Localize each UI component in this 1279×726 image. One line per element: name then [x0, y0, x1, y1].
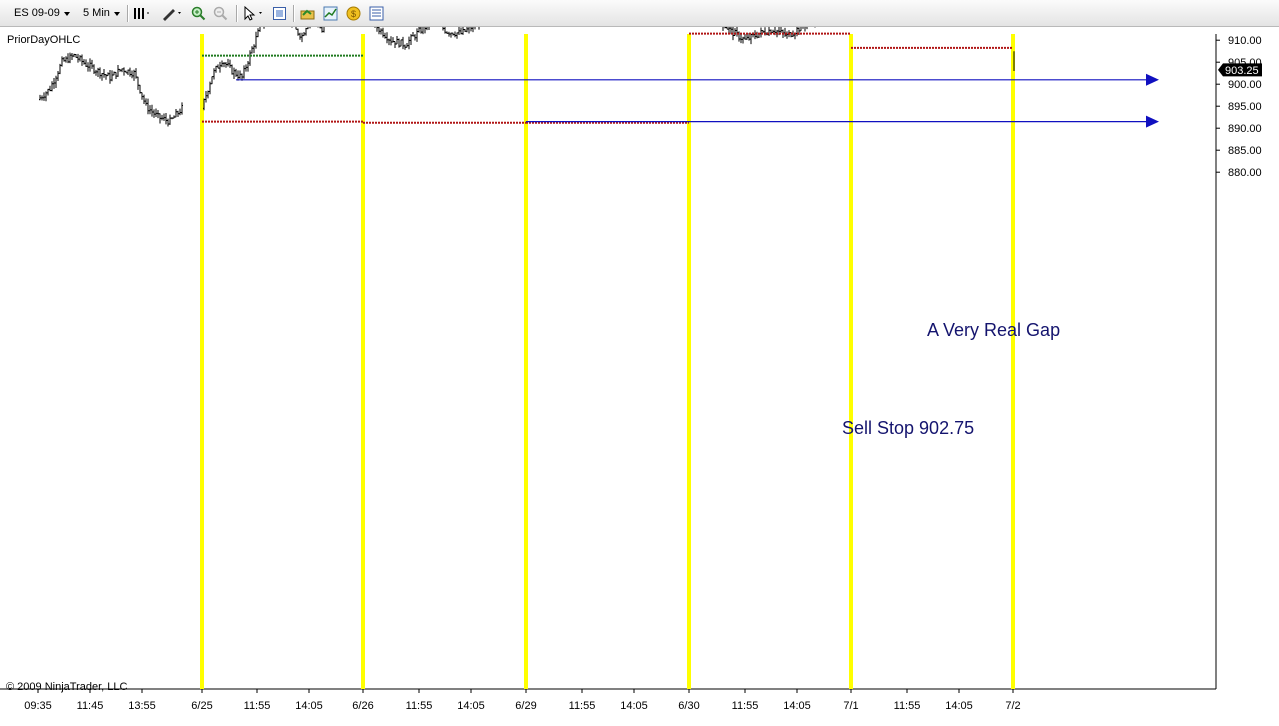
indicators-icon[interactable] — [322, 5, 339, 22]
y-axis-tick-label: 900.00 — [1228, 79, 1262, 91]
price-badge-label: 903.25 — [1225, 65, 1259, 77]
drawing-tools-icon[interactable] — [160, 5, 184, 22]
instrument-label: ES 09-09 — [14, 7, 60, 19]
strategies-icon[interactable]: $ — [345, 5, 362, 22]
y-axis-tick-label: 890.00 — [1228, 123, 1262, 135]
y-axis-tick-label: 885.00 — [1228, 145, 1262, 157]
y-axis-tick-label: 910.00 — [1228, 35, 1262, 47]
x-axis-tick-label: 14:05 — [457, 700, 485, 712]
x-axis-tick-label: 13:55 — [128, 700, 156, 712]
interval-label: 5 Min — [83, 7, 110, 19]
y-axis-tick-label: 880.00 — [1228, 167, 1262, 179]
x-axis-tick-label: 11:55 — [894, 700, 921, 712]
properties-icon[interactable] — [271, 5, 288, 22]
cursor-pointer-icon[interactable] — [242, 5, 266, 22]
x-axis-tick-label: 6/26 — [352, 700, 373, 712]
x-axis-tick-label: 11:55 — [244, 700, 271, 712]
bar-chart-type-icon[interactable] — [133, 5, 150, 22]
gap-annotation: A Very Real Gap — [927, 320, 1060, 340]
toolbar-divider — [236, 5, 238, 22]
chart-trader-icon[interactable] — [368, 5, 385, 22]
x-axis-tick-label: 14:05 — [620, 700, 648, 712]
x-axis-tick-label: 6/29 — [515, 700, 536, 712]
x-axis-tick-label: 09:35 — [24, 700, 52, 712]
zoom-out-icon[interactable] — [212, 5, 229, 22]
interval-selector[interactable]: 5 Min — [83, 4, 120, 23]
x-axis-tick-label: 14:05 — [783, 700, 811, 712]
price-chart[interactable]: PriorDayOHLC © 2009 NinjaTrader, LLC A Ver… — [0, 0, 1279, 721]
data-box-icon[interactable] — [299, 5, 316, 22]
last-price-badge: 903.25 — [1218, 63, 1262, 77]
toolbar-divider — [293, 5, 295, 22]
y-axis-tick-label: 895.00 — [1228, 101, 1262, 113]
indicator-label: PriorDayOHLC — [7, 34, 80, 46]
x-axis-tick-label: 7/2 — [1005, 700, 1020, 712]
chart-toolbar: ES 09-09 5 Min $ — [0, 0, 1279, 27]
sell-stop-annotation: Sell Stop 902.75 — [842, 418, 974, 438]
arrowhead-icon — [1146, 73, 1159, 86]
chevron-down-icon — [63, 11, 70, 16]
x-axis-tick-label: 6/30 — [678, 700, 699, 712]
zoom-in-icon[interactable] — [190, 5, 207, 22]
copyright-text: © 2009 NinjaTrader, LLC — [6, 681, 127, 693]
x-axis-tick-label: 7/1 — [843, 700, 858, 712]
price-chart-panel[interactable]: PriorDayOHLC © 2009 NinjaTrader, LLC A Ver… — [0, 0, 1279, 721]
arrowhead-icon — [1146, 115, 1159, 128]
svg-text:$: $ — [351, 9, 356, 19]
x-axis-tick-label: 6/25 — [191, 700, 212, 712]
toolbar-divider — [127, 5, 129, 22]
x-axis-tick-label: 11:55 — [569, 700, 596, 712]
x-axis-tick-label: 11:55 — [732, 700, 759, 712]
instrument-selector[interactable]: ES 09-09 — [14, 4, 70, 23]
x-axis-tick-label: 11:55 — [406, 700, 433, 712]
x-axis-tick-label: 14:05 — [295, 700, 323, 712]
chevron-down-icon — [113, 11, 120, 16]
x-axis-tick-label: 11:45 — [77, 700, 104, 712]
x-axis-tick-label: 14:05 — [945, 700, 973, 712]
